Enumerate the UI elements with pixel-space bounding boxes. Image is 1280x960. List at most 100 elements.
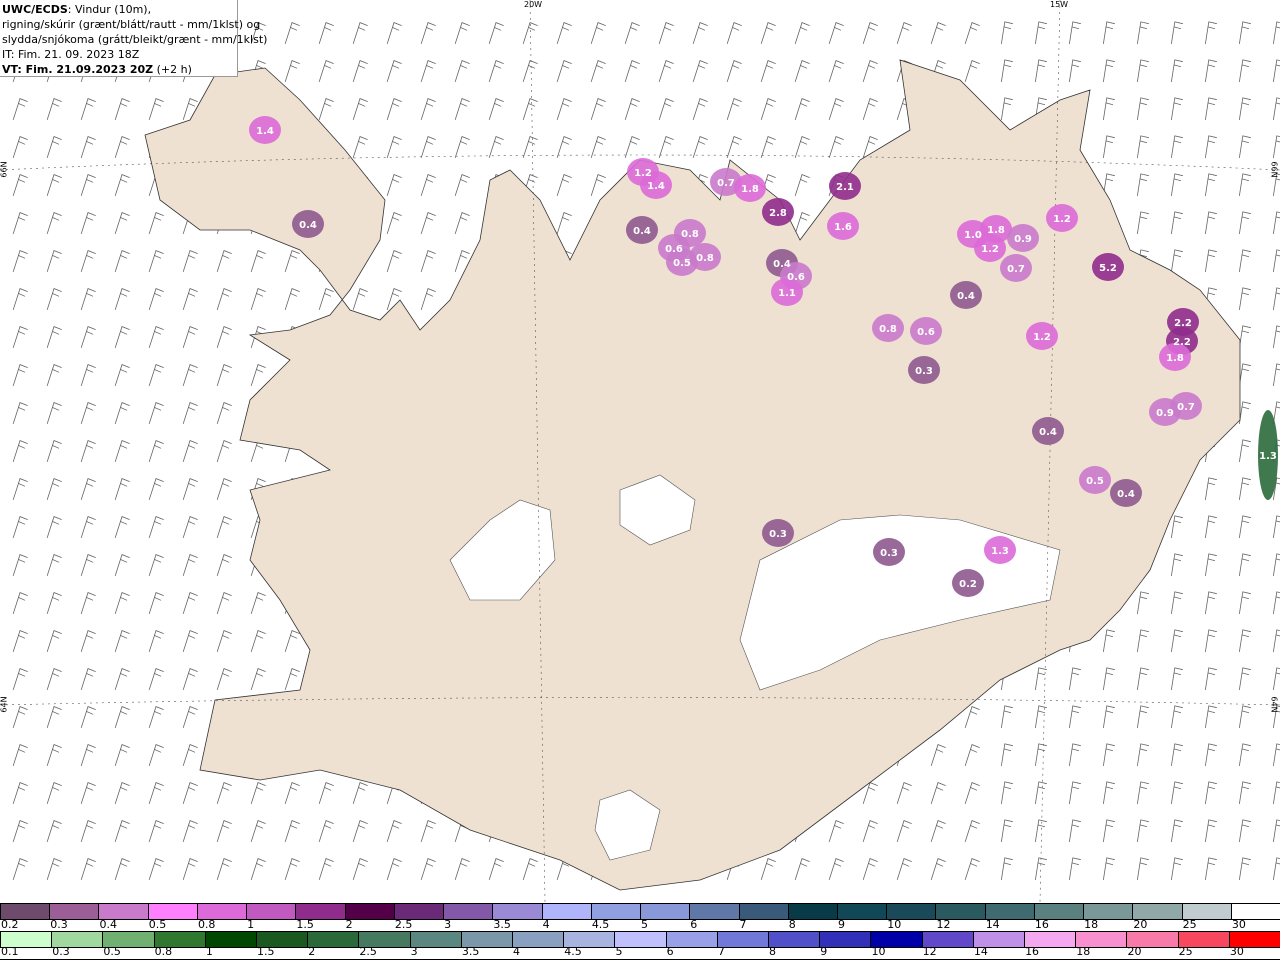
legend-label: 2.5 (359, 945, 377, 958)
legend-label: 0.4 (99, 918, 117, 931)
legend-label: 18 (1084, 918, 1099, 931)
legend-label: 0.1 (1, 945, 19, 958)
precip-value-label: 1.0 (964, 230, 982, 241)
lat-label-66n-right: 66N (1269, 161, 1279, 178)
legend-label: 1.5 (296, 918, 314, 931)
precip-value-label: 0.4 (1039, 427, 1057, 438)
legend-label: 18 (1076, 945, 1091, 958)
legend-label: 1.5 (257, 945, 275, 958)
legend-label: 1 (205, 945, 213, 958)
precip-value-label: 1.2 (1053, 214, 1071, 225)
weather-map[interactable]: 1.4 0.4 1.2 1.4 0.4 0.8 0.6 0.5 0.8 0.7 1.8 2.8 2.1 1… (0, 0, 1280, 902)
title-line1: : Vindur (10m), (67, 3, 152, 16)
lon-label-15w: 15W (1050, 0, 1069, 9)
precip-value-label: 0.4 (633, 226, 651, 237)
legend-label: 9 (820, 945, 828, 958)
precip-value-label: 1.2 (1033, 332, 1051, 343)
precip-value-label: 0.8 (879, 324, 897, 335)
legend-label: 0.8 (154, 945, 173, 958)
precip-value-label: 0.4 (299, 220, 317, 231)
precip-value-label: 1.8 (987, 225, 1005, 236)
precip-value-label: 0.4 (957, 291, 975, 302)
legend-label: 20 (1133, 918, 1148, 931)
legend-label: 5 (615, 945, 623, 958)
precip-value-label: 0.3 (880, 548, 898, 559)
precip-value-label: 1.4 (647, 181, 665, 192)
precip-value-label: 2.2 (1174, 318, 1192, 329)
precip-value-label: 1.2 (981, 244, 999, 255)
precip-value-label: 0.5 (1086, 476, 1104, 487)
map-title-box: UWC/ECDS: Vindur (10m), rigning/skúrir (… (0, 0, 268, 77)
legend-label: 3.5 (461, 945, 480, 958)
legend-label: 6 (690, 918, 698, 931)
legend-label: 0.3 (52, 945, 70, 958)
precip-value-label: 1.8 (741, 184, 759, 195)
legend-label: 0.5 (103, 945, 121, 958)
precip-value-label: 0.7 (717, 178, 735, 189)
precip-value-label: 0.7 (1007, 264, 1025, 275)
precip-value-label: 0.3 (915, 366, 933, 377)
legend-label: 3 (444, 918, 452, 931)
legend-label: 16 (1034, 918, 1049, 931)
legend-label: 5 (641, 918, 649, 931)
legend-label: 4.5 (591, 918, 610, 931)
legend-label: 12 (936, 918, 951, 931)
legend-label: 30 (1229, 945, 1244, 958)
precip-value-label: 0.8 (696, 253, 714, 264)
precip-value-label: 0.9 (1014, 234, 1032, 245)
precip-value-label: 0.6 (917, 327, 935, 338)
legend-label: 30 (1231, 918, 1246, 931)
precip-value-label: 0.4 (773, 259, 791, 270)
source-label: UWC/ECDS (2, 3, 68, 16)
legend-label: 2 (345, 918, 353, 931)
precip-value-label: 1.4 (256, 126, 274, 137)
precip-value-label: 0.6 (787, 272, 805, 283)
lat-label-66n-left: 66N (0, 161, 9, 178)
rain-legend-labels: 0.1 0.3 0.5 0.8 1 1.5 2 2.5 3 3.5 4 4.5 5 6 7 8 9 10 12 14 1… (0, 945, 1280, 960)
precip-value-label: 1.6 (834, 222, 852, 233)
precip-value-label: 1.2 (634, 168, 652, 179)
legend-label: 6 (666, 945, 674, 958)
legend-label: 7 (717, 945, 725, 958)
legend-label: 2 (308, 945, 316, 958)
legend-label: 25 (1182, 918, 1197, 931)
lat-label-64n-right: 64N (1269, 696, 1279, 713)
title-line3: slydda/snjókoma (grátt/bleikt/grænt - mm… (2, 33, 268, 46)
legend-label: 3 (410, 945, 418, 958)
precip-value-label: 0.7 (1177, 402, 1195, 413)
legend-label: 16 (1025, 945, 1040, 958)
precip-value-label: 1.1 (778, 288, 796, 299)
legend-label: 7 (739, 918, 747, 931)
legend-label: 1 (247, 918, 255, 931)
legend-label: 8 (788, 918, 796, 931)
precip-value-label: 0.3 (769, 529, 787, 540)
lon-label-20w: 20W (524, 0, 543, 9)
precip-value-label: 0.6 (665, 244, 683, 255)
legend-label: 4 (513, 945, 521, 958)
legend-label: 14 (985, 918, 1000, 931)
precip-value-label: 0.4 (1117, 489, 1135, 500)
legend-label: 10 (887, 918, 902, 931)
legend-label: 8 (769, 945, 777, 958)
precip-value-label: 0.9 (1156, 408, 1174, 419)
legend-label: 4.5 (564, 945, 582, 958)
legend-label: 0.3 (50, 918, 68, 931)
legend-label: 3.5 (493, 918, 511, 931)
legend-label: 25 (1178, 945, 1193, 958)
legend-label: 12 (922, 945, 937, 958)
legend-label: 0.2 (1, 918, 19, 931)
precip-value-label: 5.2 (1099, 263, 1117, 274)
legend-label: 10 (871, 945, 886, 958)
lead-time: (+2 h) (153, 63, 192, 76)
precip-value-label: 2.2 (1173, 337, 1191, 348)
issue-time: IT: Fim. 21. 09. 2023 18Z (2, 48, 140, 61)
precip-value-label: 1.8 (1166, 353, 1184, 364)
precip-value-label: 0.8 (681, 229, 699, 240)
legend-label: 2.5 (394, 918, 413, 931)
precip-value-label: 0.2 (959, 579, 977, 590)
valid-time: VT: Fim. 21.09.2023 20Z (2, 63, 154, 76)
legend-label: 0.5 (148, 918, 167, 931)
legend-label: 4 (542, 918, 550, 931)
legend-label: 9 (837, 918, 845, 931)
lat-label-64n-left: 64N (0, 696, 9, 713)
